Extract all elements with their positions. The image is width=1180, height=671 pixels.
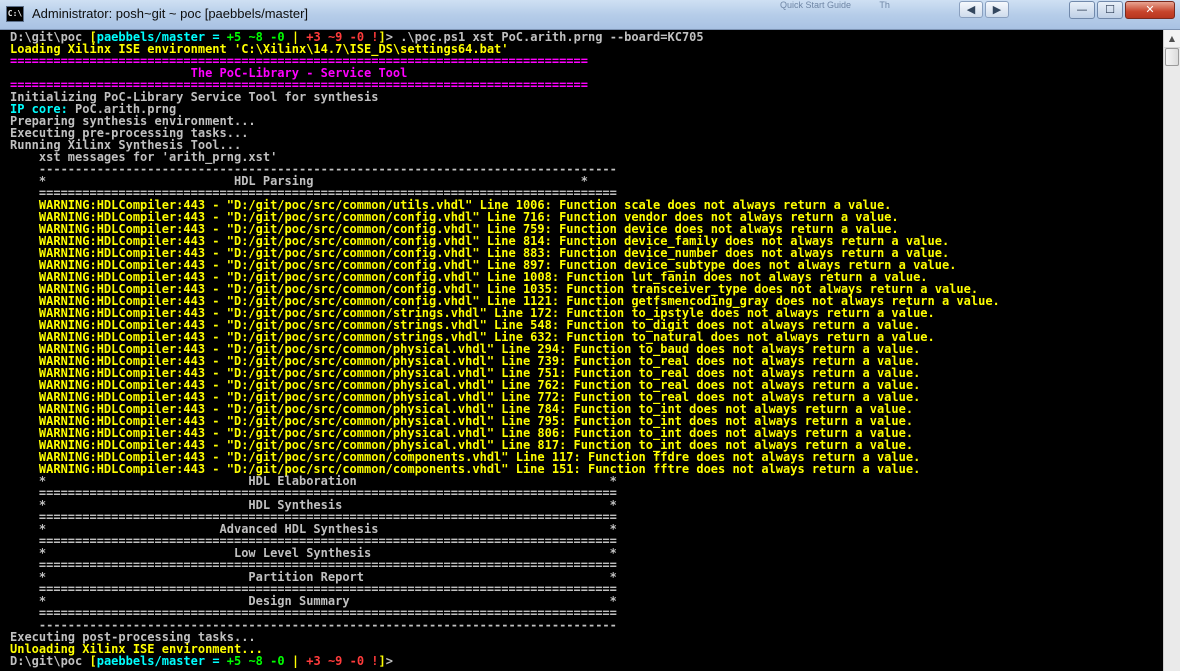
console-line: * Partition Report *	[10, 570, 1163, 584]
console-line: WARNING:HDLCompiler:443 - "D:/git/poc/sr…	[10, 222, 1163, 236]
console-line: WARNING:HDLCompiler:443 - "D:/git/poc/sr…	[10, 438, 1163, 452]
console-icon: C:\	[6, 6, 24, 22]
console-line: D:\git\poc [paebbels/master = +5 ~8 -0 |…	[10, 30, 1163, 44]
console-line: * HDL Elaboration *	[10, 474, 1163, 488]
close-button[interactable]: ✕	[1125, 1, 1175, 19]
console-line: ========================================…	[10, 486, 1163, 500]
console-text-segment: =	[205, 654, 227, 668]
console-line: WARNING:HDLCompiler:443 - "D:/git/poc/sr…	[10, 354, 1163, 368]
console-line: * Design Summary *	[10, 594, 1163, 608]
console-line: WARNING:HDLCompiler:443 - "D:/git/poc/sr…	[10, 462, 1163, 476]
console-line: WARNING:HDLCompiler:443 - "D:/git/poc/sr…	[10, 426, 1163, 440]
maximize-button[interactable]: ☐	[1097, 1, 1123, 19]
console-line: WARNING:HDLCompiler:443 - "D:/git/poc/sr…	[10, 402, 1163, 416]
console-text-segment: >	[385, 654, 393, 668]
window-controls: — ☐ ✕	[1069, 1, 1175, 19]
console-line: ========================================…	[10, 606, 1163, 620]
console-line: ----------------------------------------…	[10, 618, 1163, 632]
scroll-thumb[interactable]	[1165, 48, 1179, 66]
console-line: ========================================…	[10, 54, 1163, 68]
console-line: Unloading Xilinx ISE environment...	[10, 642, 1163, 656]
console-line: WARNING:HDLCompiler:443 - "D:/git/poc/sr…	[10, 246, 1163, 260]
console-line: ========================================…	[10, 534, 1163, 548]
console-line: ========================================…	[10, 78, 1163, 92]
console-line: WARNING:HDLCompiler:443 - "D:/git/poc/sr…	[10, 270, 1163, 284]
console-line: WARNING:HDLCompiler:443 - "D:/git/poc/sr…	[10, 198, 1163, 212]
console-text-segment: +3 ~9 -0 !	[306, 654, 379, 668]
title-bar[interactable]: C:\ Administrator: posh~git ~ poc [paebb…	[0, 0, 1180, 30]
back-arrow-icon[interactable]: ◀	[959, 1, 983, 18]
background-window-tab[interactable]: Quick Start Guide Th	[780, 0, 972, 14]
console-line: ========================================…	[10, 558, 1163, 572]
console-line: ========================================…	[10, 186, 1163, 200]
console-text-segment: +5 ~8 -0	[226, 654, 292, 668]
console-text-segment: paebbels/master	[96, 654, 206, 668]
console-text-area[interactable]: D:\git\poc [paebbels/master = +5 ~8 -0 |…	[0, 30, 1163, 668]
console-line: WARNING:HDLCompiler:443 - "D:/git/poc/sr…	[10, 258, 1163, 272]
console-line: ========================================…	[10, 582, 1163, 596]
console-line: WARNING:HDLCompiler:443 - "D:/git/poc/sr…	[10, 450, 1163, 464]
console-output[interactable]: D:\git\poc [paebbels/master = +5 ~8 -0 |…	[0, 30, 1163, 671]
console-line: WARNING:HDLCompiler:443 - "D:/git/poc/sr…	[10, 390, 1163, 404]
console-line: WARNING:HDLCompiler:443 - "D:/git/poc/sr…	[10, 234, 1163, 248]
console-line: * Low Level Synthesis *	[10, 546, 1163, 560]
console-line: WARNING:HDLCompiler:443 - "D:/git/poc/sr…	[10, 318, 1163, 332]
console-text-segment: [	[89, 654, 97, 668]
background-tab-label: Th	[879, 0, 890, 10]
navigation-buttons: ◀ ▶	[959, 1, 1011, 19]
background-tab-label: Quick Start Guide	[780, 0, 852, 10]
console-text-segment: |	[291, 654, 307, 668]
console-line: * HDL Synthesis *	[10, 498, 1163, 512]
console-line: Preparing synthesis environment...	[10, 114, 1163, 128]
console-line: ========================================…	[10, 510, 1163, 524]
console-line: WARNING:HDLCompiler:443 - "D:/git/poc/sr…	[10, 210, 1163, 224]
console-line: * HDL Parsing *	[10, 174, 1163, 188]
window-title: Administrator: posh~git ~ poc [paebbels/…	[32, 6, 309, 21]
console-line: WARNING:HDLCompiler:443 - "D:/git/poc/sr…	[10, 342, 1163, 356]
console-line: WARNING:HDLCompiler:443 - "D:/git/poc/sr…	[10, 282, 1163, 296]
vertical-scrollbar[interactable]: ▲	[1163, 30, 1180, 671]
console-text-segment: ]	[378, 654, 386, 668]
console-line: WARNING:HDLCompiler:443 - "D:/git/poc/sr…	[10, 330, 1163, 344]
console-line: WARNING:HDLCompiler:443 - "D:/git/poc/sr…	[10, 378, 1163, 392]
console-line: WARNING:HDLCompiler:443 - "D:/git/poc/sr…	[10, 414, 1163, 428]
console-text-segment: D:\git\poc	[10, 654, 90, 668]
console-line: WARNING:HDLCompiler:443 - "D:/git/poc/sr…	[10, 294, 1163, 308]
minimize-button[interactable]: —	[1069, 1, 1095, 19]
scroll-up-arrow-icon[interactable]: ▲	[1164, 30, 1180, 48]
forward-arrow-icon[interactable]: ▶	[985, 1, 1009, 18]
console-line: xst messages for 'arith_prng.xst'	[10, 150, 1163, 164]
console-line: WARNING:HDLCompiler:443 - "D:/git/poc/sr…	[10, 366, 1163, 380]
console-line: ----------------------------------------…	[10, 162, 1163, 176]
console-line: D:\git\poc [paebbels/master = +5 ~8 -0 |…	[10, 654, 1163, 668]
console-line: Executing pre-processing tasks...	[10, 126, 1163, 140]
console-line: Running Xilinx Synthesis Tool...	[10, 138, 1163, 152]
console-line: * Advanced HDL Synthesis *	[10, 522, 1163, 536]
